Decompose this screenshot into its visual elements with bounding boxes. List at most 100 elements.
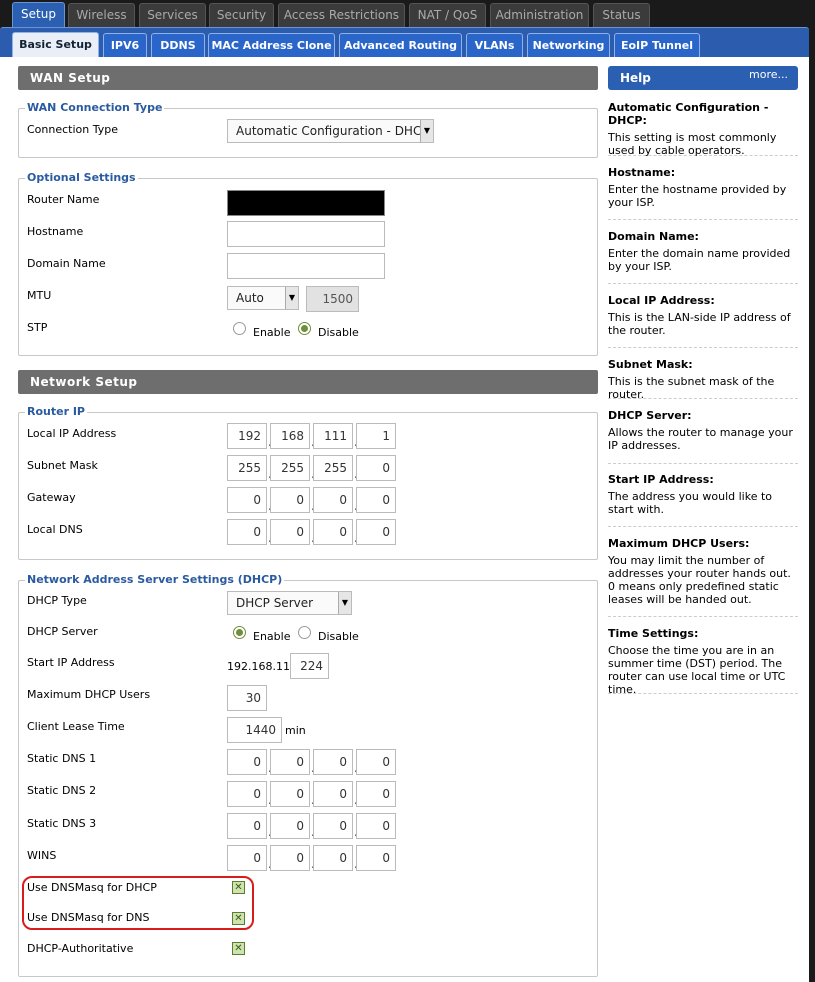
mtu-mode-select[interactable]: Auto ▼: [227, 286, 299, 310]
static-dns1-label: Static DNS 1: [27, 752, 97, 765]
ip-octet-input[interactable]: 192: [227, 423, 267, 449]
gateway-label: Gateway: [27, 491, 76, 504]
ip-octet-input[interactable]: 0: [356, 487, 396, 513]
ip-octet-input[interactable]: 0: [270, 845, 310, 871]
ip-octet-input[interactable]: 255: [313, 455, 353, 481]
help-item-desc: This is the LAN-side IP address of the r…: [608, 311, 791, 337]
dhcp-authoritative-checkbox[interactable]: ✕: [232, 942, 245, 955]
subtab-ddns[interactable]: DDNS: [151, 33, 205, 57]
ip-octet-input[interactable]: 0: [356, 455, 396, 481]
subtab-networking[interactable]: Networking: [527, 33, 610, 57]
help-item-title: Automatic Configuration - DHCP:: [608, 101, 769, 127]
subtab-basic-setup[interactable]: Basic Setup: [12, 32, 99, 58]
help-more-link[interactable]: more...: [749, 68, 788, 81]
subtab-vlans[interactable]: VLANs: [466, 33, 523, 57]
subtab-advanced-routing[interactable]: Advanced Routing: [339, 33, 462, 57]
help-item: DHCP Server: Allows the router to manage…: [608, 409, 798, 464]
tab-wireless[interactable]: Wireless: [68, 3, 135, 27]
tab-nat-qos[interactable]: NAT / QoS: [409, 3, 486, 27]
tab-security[interactable]: Security: [209, 3, 274, 27]
domain-name-input[interactable]: [227, 253, 385, 279]
help-item: Hostname: Enter the hostname provided by…: [608, 166, 798, 220]
ip-octet-input[interactable]: 0: [356, 781, 396, 807]
optional-settings-legend: Optional Settings: [25, 171, 138, 185]
tab-administration[interactable]: Administration: [490, 3, 589, 27]
lease-unit-label: min: [285, 724, 306, 737]
tab-status[interactable]: Status: [593, 3, 650, 27]
stp-enable-radio[interactable]: [233, 322, 246, 335]
ip-octet-input[interactable]: 0: [270, 749, 310, 775]
ip-octet-input[interactable]: 0: [227, 813, 267, 839]
help-item-desc: Choose the time you are in an summer tim…: [608, 644, 786, 696]
ip-octet-input[interactable]: 111: [313, 423, 353, 449]
tab-access-restrictions[interactable]: Access Restrictions: [278, 3, 405, 27]
start-ip-input[interactable]: 224: [290, 653, 329, 679]
ip-octet-input[interactable]: 0: [356, 813, 396, 839]
help-item-desc: Allows the router to manage your IP addr…: [608, 426, 793, 452]
ip-octet-input[interactable]: 0: [313, 519, 353, 545]
max-dhcp-users-label: Maximum DHCP Users: [27, 688, 151, 701]
ip-octet-input[interactable]: 0: [313, 845, 353, 871]
subtab-ipv6[interactable]: IPV6: [103, 33, 147, 57]
ip-octet-input[interactable]: 255: [270, 455, 310, 481]
ip-octet-input[interactable]: 0: [313, 813, 353, 839]
mtu-mode-value: Auto: [236, 291, 264, 305]
dhcp-server-disable-radio[interactable]: [298, 626, 311, 639]
connection-type-value: Automatic Configuration - DHCP: [236, 124, 429, 138]
hostname-input[interactable]: [227, 221, 385, 247]
ip-octet-input[interactable]: 0: [313, 749, 353, 775]
ip-octet-input[interactable]: 0: [270, 813, 310, 839]
dhcp-type-label: DHCP Type: [27, 594, 87, 607]
connection-type-label: Connection Type: [27, 123, 119, 136]
static-dns3-label: Static DNS 3: [27, 817, 97, 830]
ip-octet-input[interactable]: 0: [227, 487, 267, 513]
dhcp-legend: Network Address Server Settings (DHCP): [25, 573, 285, 587]
ip-octet-input[interactable]: 0: [227, 781, 267, 807]
connection-type-select[interactable]: Automatic Configuration - DHCP ▼: [227, 119, 434, 143]
client-lease-input[interactable]: 1440: [227, 717, 282, 743]
start-ip-label: Start IP Address: [27, 656, 115, 669]
mtu-value-input[interactable]: 1500: [306, 286, 359, 312]
ip-octet-input[interactable]: 0: [227, 845, 267, 871]
help-item: Time Settings: Choose the time you are i…: [608, 627, 798, 696]
tab-setup[interactable]: Setup: [12, 2, 65, 28]
dhcp-type-value: DHCP Server: [236, 596, 314, 610]
ip-octet-input[interactable]: 0: [356, 519, 396, 545]
stp-disable-radio[interactable]: [298, 322, 311, 335]
ip-octet-input[interactable]: 1: [356, 423, 396, 449]
ip-octet-input[interactable]: 0: [270, 487, 310, 513]
help-item-title: Maximum DHCP Users:: [608, 537, 750, 550]
dhcp-type-select[interactable]: DHCP Server ▼: [227, 591, 352, 615]
ip-octet-input[interactable]: 0: [313, 781, 353, 807]
ip-octet-input[interactable]: 0: [356, 845, 396, 871]
help-item-title: Hostname:: [608, 166, 676, 179]
ip-octet-input[interactable]: 0: [270, 519, 310, 545]
ip-octet-input[interactable]: 168: [270, 423, 310, 449]
ip-octet-input[interactable]: 0: [313, 487, 353, 513]
ip-octet-input[interactable]: 0: [356, 749, 396, 775]
router-name-input[interactable]: [227, 190, 385, 216]
help-item-desc: The address you would like to start with…: [608, 490, 773, 516]
stp-label: STP: [27, 321, 48, 334]
max-dhcp-users-input[interactable]: 30: [227, 685, 267, 711]
ip-octet-input[interactable]: 0: [227, 519, 267, 545]
tab-services[interactable]: Services: [139, 3, 206, 27]
client-lease-label: Client Lease Time: [27, 720, 125, 733]
subtab-eoip-tunnel[interactable]: EoIP Tunnel: [614, 33, 700, 57]
help-item-desc: This is the subnet mask of the router.: [608, 375, 775, 401]
help-item-title: Subnet Mask:: [608, 358, 693, 371]
ip-octet-input[interactable]: 255: [227, 455, 267, 481]
dhcp-server-disable-label: Disable: [318, 630, 359, 643]
subtab-mac-address-clone[interactable]: MAC Address Clone: [208, 33, 335, 57]
ip-octet-input[interactable]: 0: [270, 781, 310, 807]
help-item: Local IP Address: This is the LAN-side I…: [608, 294, 798, 348]
help-item: Automatic Configuration - DHCP: This set…: [608, 101, 798, 157]
help-item-desc: Enter the hostname provided by your ISP.: [608, 183, 787, 209]
ip-octet-input[interactable]: 0: [227, 749, 267, 775]
help-item-title: DHCP Server:: [608, 409, 692, 422]
stp-enable-label: Enable: [253, 326, 291, 339]
network-setup-header: Network Setup: [18, 370, 598, 394]
help-item-desc: Enter the domain name provided by your I…: [608, 247, 791, 273]
local-dns-label: Local DNS: [27, 523, 83, 536]
dhcp-server-enable-radio[interactable]: [233, 626, 246, 639]
